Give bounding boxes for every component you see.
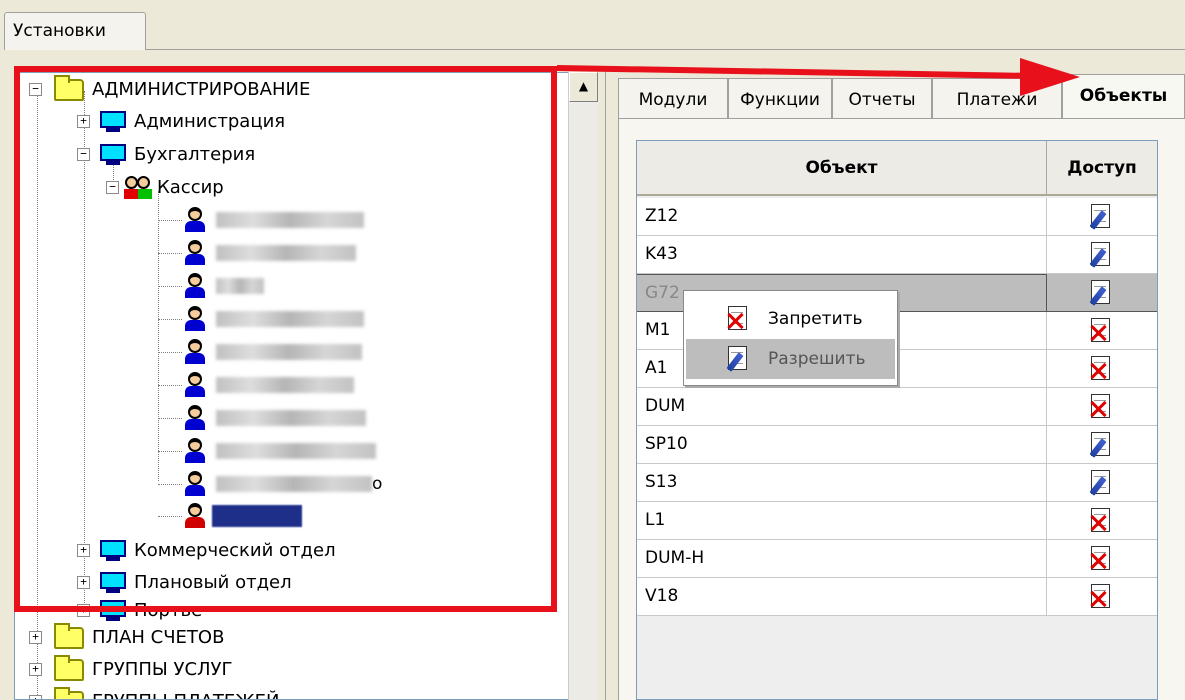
- cell-object[interactable]: Z12: [637, 198, 1047, 236]
- table-row[interactable]: L1: [637, 502, 1157, 540]
- tab-label: Объекты: [1079, 86, 1168, 106]
- objects-grid[interactable]: Объект Доступ Z12 K43 G72 M1 A1 DUM SP10 S13 L1 D…: [636, 140, 1158, 700]
- allow-icon[interactable]: [1089, 242, 1113, 268]
- folder-icon: [54, 686, 84, 699]
- table-row[interactable]: DUM-H: [637, 540, 1157, 578]
- cell-object[interactable]: SP10: [637, 426, 1047, 464]
- cell-object[interactable]: K43: [637, 236, 1047, 274]
- tab-reports[interactable]: Отчеты: [832, 78, 932, 118]
- tab-ustanovki-label: Установки: [13, 21, 106, 41]
- menu-item-label: Разрешить: [768, 349, 866, 369]
- tab-label: Платежи: [956, 90, 1038, 110]
- cell-access[interactable]: [1047, 464, 1157, 502]
- column-header-object[interactable]: Объект: [637, 141, 1047, 196]
- tab-functions[interactable]: Функции: [728, 78, 832, 118]
- column-header-label: Объект: [805, 157, 878, 178]
- cell-access[interactable]: [1047, 540, 1157, 578]
- deny-icon[interactable]: [1089, 394, 1113, 420]
- tab-modules[interactable]: Модули: [618, 78, 728, 118]
- tab-label: Отчеты: [848, 90, 916, 110]
- allow-icon[interactable]: [1089, 204, 1113, 230]
- deny-icon[interactable]: [1089, 318, 1113, 344]
- annotation-highlight-box: [14, 66, 557, 612]
- table-row[interactable]: K43: [637, 236, 1157, 274]
- cell-access[interactable]: [1047, 236, 1157, 274]
- pane-splitter[interactable]: [598, 72, 606, 700]
- table-row[interactable]: SP10: [637, 426, 1157, 464]
- tab-label: Функции: [740, 90, 820, 110]
- deny-icon[interactable]: [1089, 508, 1113, 534]
- cell-object[interactable]: DUM: [637, 388, 1047, 426]
- tree-scrollbar[interactable]: ▲: [568, 72, 598, 700]
- tab-label: Модули: [638, 90, 708, 110]
- menu-item-label: Запретить: [768, 309, 863, 329]
- table-row[interactable]: Z12: [637, 198, 1157, 236]
- cell-object[interactable]: V18: [637, 578, 1047, 616]
- cell-object[interactable]: DUM-H: [637, 540, 1047, 578]
- tree-item-label: ГРУППЫ ПЛАТЕЖЕЙ: [92, 691, 279, 699]
- table-row[interactable]: DUM: [637, 388, 1157, 426]
- tree-item-root[interactable]: + ПЛАН СЧЕТОВ: [29, 621, 224, 654]
- allow-icon[interactable]: [1089, 432, 1113, 458]
- folder-icon: [54, 654, 84, 681]
- tree-item-label: ГРУППЫ УСЛУГ: [92, 659, 233, 680]
- expand-icon[interactable]: +: [29, 663, 42, 676]
- column-header-access[interactable]: Доступ: [1047, 141, 1157, 196]
- tab-payments[interactable]: Платежи: [932, 78, 1062, 118]
- tree-item-root[interactable]: + ГРУППЫ ПЛАТЕЖЕЙ: [29, 685, 279, 699]
- tab-ustanovki[interactable]: Установки: [4, 12, 146, 50]
- cell-access[interactable]: [1047, 198, 1157, 236]
- table-row[interactable]: V18: [637, 578, 1157, 616]
- folder-icon: [54, 622, 84, 649]
- tree-item-label: ПЛАН СЧЕТОВ: [92, 627, 225, 648]
- cell-access[interactable]: [1047, 502, 1157, 540]
- cell-access[interactable]: [1047, 312, 1157, 350]
- cell-object[interactable]: L1: [637, 502, 1047, 540]
- column-header-label: Доступ: [1067, 157, 1137, 178]
- deny-icon[interactable]: [1089, 356, 1113, 382]
- cell-access[interactable]: [1047, 578, 1157, 616]
- deny-icon[interactable]: [1089, 546, 1113, 572]
- allow-icon[interactable]: [1089, 280, 1113, 306]
- tab-objects[interactable]: Объекты: [1062, 74, 1185, 118]
- expand-icon[interactable]: +: [29, 631, 42, 644]
- deny-icon: [726, 306, 752, 332]
- deny-icon[interactable]: [1089, 584, 1113, 610]
- cell-access[interactable]: [1047, 274, 1157, 312]
- scroll-up-icon[interactable]: ▲: [569, 72, 598, 102]
- tree-item-root[interactable]: + ГРУППЫ УСЛУГ: [29, 653, 233, 686]
- cell-access[interactable]: [1047, 388, 1157, 426]
- menu-item-allow[interactable]: Разрешить: [686, 339, 895, 379]
- expand-icon[interactable]: +: [29, 695, 42, 699]
- table-row[interactable]: S13: [637, 464, 1157, 502]
- cell-object[interactable]: S13: [637, 464, 1047, 502]
- cell-access[interactable]: [1047, 350, 1157, 388]
- context-menu: Запретить Разрешить: [683, 290, 898, 386]
- tab-divider: [146, 49, 1185, 50]
- menu-item-deny[interactable]: Запретить: [686, 299, 895, 339]
- allow-icon[interactable]: [1089, 470, 1113, 496]
- grid-header: Объект Доступ: [637, 141, 1157, 196]
- cell-access[interactable]: [1047, 426, 1157, 464]
- allow-icon: [726, 346, 752, 372]
